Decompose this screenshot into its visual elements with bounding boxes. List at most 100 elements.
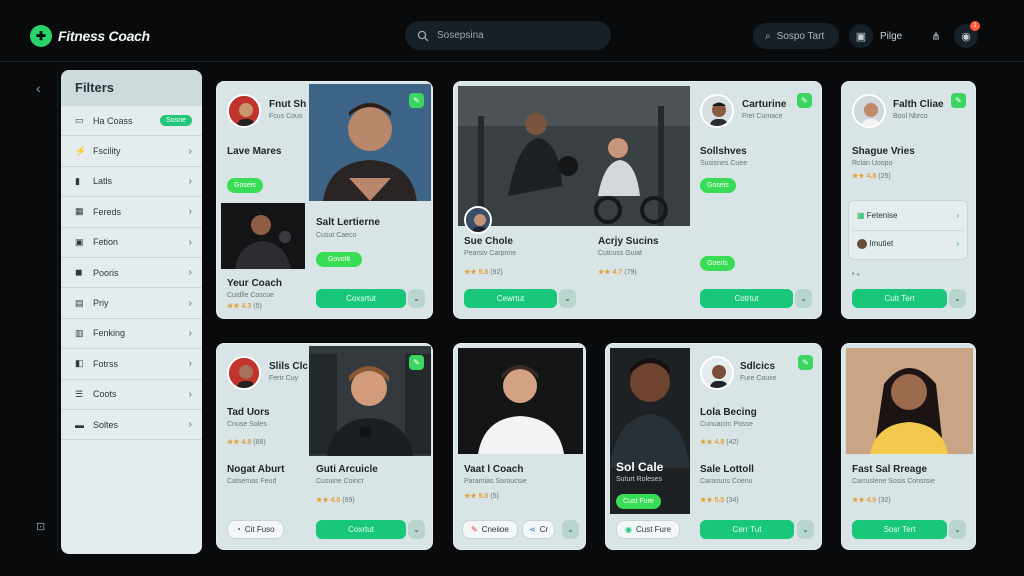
tag-chip[interactable]: Goeris	[700, 256, 735, 271]
chevron-down-icon[interactable]: ⌄	[559, 289, 576, 308]
rating: ★★ 4.7 (79)	[598, 269, 637, 276]
edit-icon[interactable]: ✎	[951, 93, 966, 108]
filter-item[interactable]: ◧ Fotrss ›	[61, 349, 202, 380]
header-pill-button[interactable]: ⌕ Sospo Tart	[753, 23, 839, 49]
coach-card-4[interactable]: Falth Cliae Bool Nbrco ✎ Shague Vries Rc…	[841, 81, 976, 319]
bell-icon[interactable]: ◉ 1	[954, 21, 980, 48]
tag-chip[interactable]: Govotlt	[316, 252, 362, 267]
coach-headline: Lola Becing	[700, 407, 757, 418]
tag-chip[interactable]: ◉ Cust Fure	[616, 520, 681, 539]
coach-name: Falth Cliae	[893, 99, 944, 110]
filter-item[interactable]: ▬ Soltes ›	[61, 410, 202, 441]
coach-specialty: Cnuse Soles	[227, 421, 267, 428]
coach-photo	[458, 348, 583, 454]
app-logo[interactable]: ✚ Fitness Coach	[30, 25, 150, 47]
coach-card-2[interactable]: Sue Chole Pearsiv Carpnne ★★ 5.8 (92) Acr…	[453, 81, 822, 319]
chevron-down-icon[interactable]: ⌄	[408, 289, 425, 308]
coach-headline: Yeur Coach	[227, 278, 283, 289]
list-item[interactable]: Imutiet	[857, 239, 893, 249]
search-bar[interactable]	[405, 21, 611, 50]
tag-chip[interactable]: Goseis	[700, 178, 736, 193]
chevron-right-icon[interactable]: ›	[956, 211, 959, 220]
contact-button[interactable]: Coxsrtut	[316, 289, 406, 308]
filter-item-label: Fenking	[93, 328, 126, 339]
share-chip[interactable]: ⋖ Cr	[522, 520, 556, 539]
chevron-down-icon[interactable]: ⌄	[408, 520, 425, 539]
tag-chip-label: Cneiioe	[481, 525, 509, 534]
coach-specialty: Fure Couxe	[740, 375, 777, 382]
edit-icon[interactable]: ✎	[797, 93, 812, 108]
coach-card-8[interactable]: Fast Sal Rreage Carruslene Sosis Consrsi…	[841, 343, 976, 550]
tag-chip[interactable]: Goseis	[227, 178, 263, 193]
rating: ★★ 5.0 (5)	[464, 493, 499, 500]
coach-specialty: Fertr Cuy	[269, 375, 299, 382]
coach-specialty: Fcus Cous	[269, 113, 303, 120]
filter-list: ▭ Ha Coass Sosrie ⚡ Fscility › ▮ Latls › ▦ Fereds ›…	[61, 106, 202, 441]
chevron-down-icon[interactable]: ⌄	[949, 289, 966, 308]
filter-item[interactable]: ☰ Coots ›	[61, 380, 202, 410]
settings-icon[interactable]: ⊡	[36, 520, 45, 533]
message-chip-label: Cit Fuso	[244, 525, 275, 534]
chevron-down-icon[interactable]: ⌄	[795, 289, 812, 308]
coach-card-6[interactable]: Vaat l Coach Paramias Saroucsie ★★ 5.0 (5…	[453, 343, 586, 550]
edit-icon[interactable]: ✎	[798, 355, 813, 370]
filter-item[interactable]: ▮ Latls ›	[61, 167, 202, 198]
folder-icon: ▬	[75, 419, 84, 430]
contact-button[interactable]: Coxrtut	[316, 520, 406, 539]
coach-card-5[interactable]: Slils Clc Fertr Cuy ✎ Tad Uors Cnuse Sol…	[216, 343, 433, 550]
coach-card-1[interactable]: Fnut Sh Fcus Cous ✎ Lave Mares Goseis Sa…	[216, 81, 433, 319]
filter-tag[interactable]: Sosrie	[160, 115, 192, 127]
coach-specialty: Catsemas Feud	[227, 478, 277, 485]
chevron-down-icon[interactable]: ⌄	[562, 520, 579, 539]
filter-item[interactable]: ▭ Ha Coass Sosrie	[61, 106, 202, 137]
chevron-right-icon: ›	[188, 175, 192, 187]
chevron-right-icon: ›	[188, 327, 192, 339]
search-input[interactable]	[437, 30, 587, 41]
contact-button[interactable]: Cotrtut	[700, 289, 793, 308]
rating: ★★ 4.8 (25)	[852, 173, 891, 180]
bars-icon: ▥	[75, 327, 84, 338]
lock-icon[interactable]: ▣	[849, 24, 873, 48]
page-dots: • ⁎	[852, 271, 860, 278]
filter-item[interactable]: ◼ Pooris ›	[61, 258, 202, 289]
contact-button[interactable]: Cutt Tert	[852, 289, 947, 308]
sub-panel: ▦ Fetenise › Imutiet ›	[848, 200, 968, 260]
share-icon[interactable]: ⋔	[924, 24, 948, 48]
filter-item[interactable]: ▣ Fetion ›	[61, 228, 202, 258]
overlay-subtitle: Suturt Roleses	[616, 476, 662, 483]
edit-icon[interactable]: ✎	[409, 93, 424, 108]
tag-chip[interactable]: Cust Fure	[616, 494, 661, 509]
filter-item[interactable]: ▤ Priy ›	[61, 288, 202, 319]
filter-item-label: Ha Coass	[93, 115, 133, 126]
coach-specialty: Cutcuss Guiat	[598, 250, 642, 257]
contact-button[interactable]: Cerr Tut	[700, 520, 794, 539]
rating: ★★ 4.8 (88)	[227, 439, 266, 446]
filter-item[interactable]: ▦ Fereds ›	[61, 197, 202, 228]
contact-button[interactable]: Sosr Tert	[852, 520, 947, 539]
filter-item[interactable]: ⚡ Fscility ›	[61, 136, 202, 167]
grid-icon: ▦	[75, 206, 84, 217]
avatar	[700, 94, 734, 128]
doc-icon: ▤	[75, 297, 84, 308]
app-root: ✚ Fitness Coach ⌕ Sospo Tart ▣ Pilge ⋔ ◉…	[0, 0, 1024, 576]
profile-link[interactable]: Pilge	[876, 23, 906, 49]
list-item[interactable]: ▦ Fetenise	[857, 211, 897, 220]
chevron-right-icon: ›	[188, 419, 192, 431]
coach-headline: Nogat Aburt	[227, 464, 285, 475]
frame-icon: ▣	[75, 236, 84, 247]
filter-item-label: Fscility	[93, 146, 121, 157]
chevron-right-icon: ›	[188, 236, 192, 248]
contact-button[interactable]: Cewrtut	[464, 289, 557, 308]
bolt-icon: ⚡	[75, 145, 87, 156]
chevron-down-icon[interactable]: ⌄	[949, 520, 966, 539]
chevron-right-icon[interactable]: ›	[956, 239, 959, 248]
collapse-icon[interactable]: ‹	[36, 80, 41, 96]
tag-chip[interactable]: ✎ Cneiioe	[462, 520, 518, 539]
coach-card-7[interactable]: Sol Cale Suturt Roleses Cust Fure Sdlcic…	[605, 343, 822, 550]
chevron-down-icon[interactable]: ⌄	[797, 520, 814, 539]
message-chip[interactable]: ◔ Cit Fuso	[227, 520, 284, 539]
rating: ★★ 4.8 (42)	[700, 439, 739, 446]
coach-name: Vaat l Coach	[464, 464, 524, 475]
filter-item[interactable]: ▥ Fenking ›	[61, 319, 202, 350]
edit-icon[interactable]: ✎	[409, 355, 424, 370]
